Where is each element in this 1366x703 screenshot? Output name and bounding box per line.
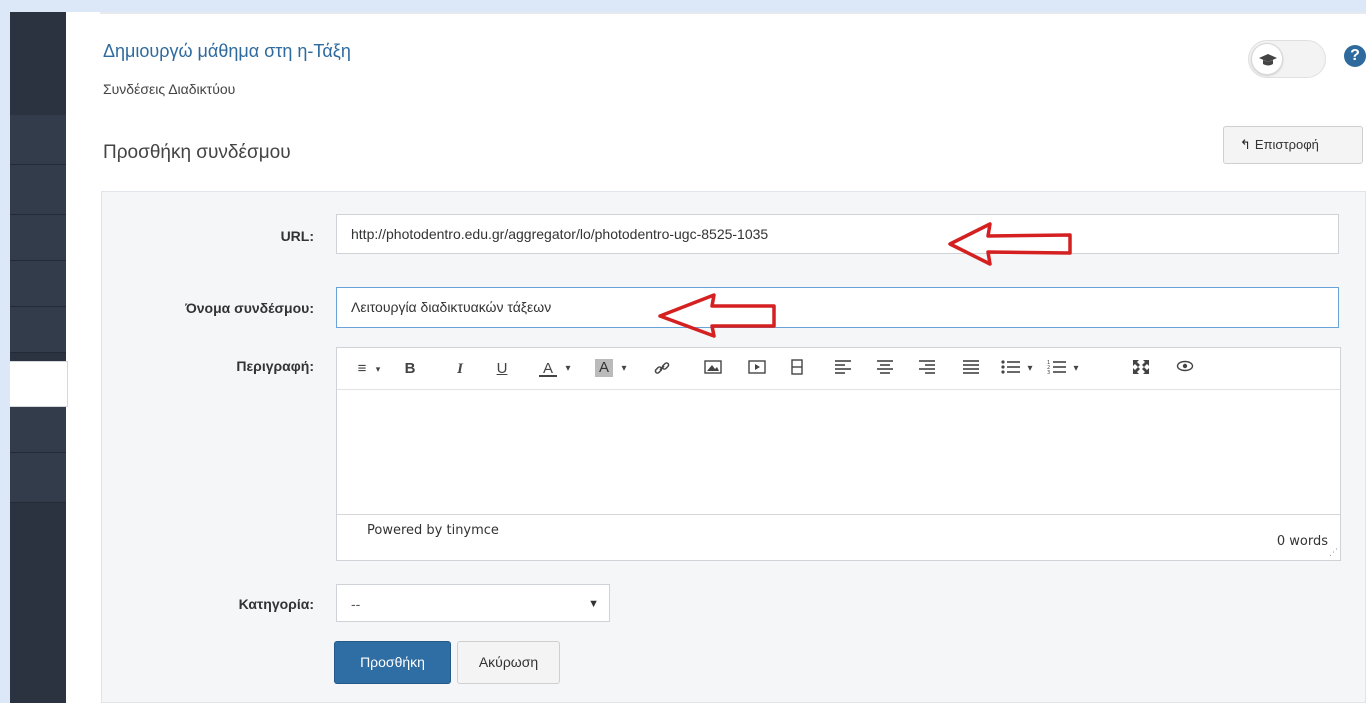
background-color-dropdown-icon[interactable]: ▾ <box>617 359 631 379</box>
justify-icon[interactable] <box>961 359 981 379</box>
background-color-icon[interactable]: A <box>595 359 613 377</box>
graduation-cap-icon <box>1259 54 1277 66</box>
back-button-label: Επιστροφή <box>1254 137 1319 152</box>
align-center-icon[interactable] <box>875 359 895 379</box>
annotation-arrow-icon <box>948 222 1072 266</box>
category-label: Κατηγορία: <box>238 596 314 612</box>
back-button[interactable]: ↰ Επιστροφή <box>1223 126 1363 164</box>
outer-frame-left <box>0 0 10 703</box>
format-dropdown-icon[interactable]: ▾ <box>373 359 383 379</box>
bullet-list-dropdown-icon[interactable]: ▾ <box>1023 359 1037 379</box>
svg-text:3: 3 <box>1047 370 1050 375</box>
sidebar-item[interactable] <box>10 115 66 165</box>
category-selected-value: -- <box>351 596 361 612</box>
chevron-down-icon: ▼ <box>588 598 599 610</box>
url-label: URL: <box>280 228 314 244</box>
sidebar-item[interactable] <box>10 407 66 453</box>
align-right-icon[interactable] <box>917 359 937 379</box>
text-color-icon[interactable]: A <box>539 359 557 377</box>
numbered-list-dropdown-icon[interactable]: ▾ <box>1069 359 1083 379</box>
link-name-label: Όνομα συνδέσμου: <box>185 300 314 316</box>
submit-button[interactable]: Προσθήκη <box>334 641 451 684</box>
resize-handle-icon[interactable]: ⋰ <box>1329 548 1338 558</box>
url-input[interactable]: http://photodentro.edu.gr/aggregator/lo/… <box>336 214 1339 254</box>
description-editor[interactable]: ≡ ▾ B I U A ▾ A ▾ ▾ 1 2 3 ▾ Powered by t… <box>336 347 1341 561</box>
sidebar <box>10 12 68 703</box>
bullet-list-icon[interactable] <box>1001 359 1021 379</box>
underline-icon[interactable]: U <box>493 359 511 379</box>
media-icon[interactable] <box>747 359 767 379</box>
cancel-button[interactable]: Ακύρωση <box>457 641 560 684</box>
description-label: Περιγραφή: <box>236 358 314 374</box>
image-icon[interactable] <box>703 359 723 379</box>
sidebar-item[interactable] <box>10 165 66 215</box>
powered-by-link[interactable]: Powered by tinymce <box>367 523 499 538</box>
help-icon[interactable]: ? <box>1344 45 1366 67</box>
editor-toolbar: ≡ ▾ B I U A ▾ A ▾ ▾ 1 2 3 ▾ <box>337 348 1340 390</box>
sidebar-item-active[interactable] <box>10 361 68 407</box>
annotation-arrow-icon <box>658 293 776 338</box>
module-title: Συνδέσεις Διαδικτύου <box>103 81 236 97</box>
sidebar-item[interactable] <box>10 453 66 503</box>
student-view-toggle[interactable] <box>1248 40 1326 78</box>
numbered-list-icon[interactable]: 123 <box>1047 359 1067 379</box>
category-select[interactable]: -- ▼ <box>336 584 610 622</box>
sidebar-item[interactable] <box>10 261 66 307</box>
panel-title: Προσθήκη συνδέσμου <box>103 142 291 163</box>
link-icon[interactable] <box>652 359 672 379</box>
word-count: 0 words <box>1276 534 1328 549</box>
italic-icon[interactable]: I <box>451 359 469 379</box>
link-name-input[interactable]: Λειτουργία διαδικτυακών τάξεων <box>336 287 1339 328</box>
toggle-knob[interactable] <box>1251 43 1283 75</box>
sidebar-item[interactable] <box>10 307 66 353</box>
top-divider <box>100 12 1366 14</box>
text-color-dropdown-icon[interactable]: ▾ <box>561 359 575 379</box>
editor-statusbar: Powered by tinymce 0 words ⋰ <box>337 514 1340 560</box>
outer-frame-top <box>0 0 1366 12</box>
reply-arrow-icon: ↰ <box>1240 137 1251 152</box>
bold-icon[interactable]: B <box>401 359 419 379</box>
preview-icon[interactable] <box>1175 359 1195 379</box>
sidebar-item[interactable] <box>10 215 66 261</box>
course-title[interactable]: Δημιουργώ μάθημα στη η-Τάξη <box>103 41 351 62</box>
format-icon[interactable]: ≡ <box>353 359 371 379</box>
template-icon[interactable] <box>789 359 805 379</box>
fullscreen-icon[interactable] <box>1131 359 1151 379</box>
editor-content-area[interactable] <box>337 390 1340 514</box>
align-left-icon[interactable] <box>833 359 853 379</box>
